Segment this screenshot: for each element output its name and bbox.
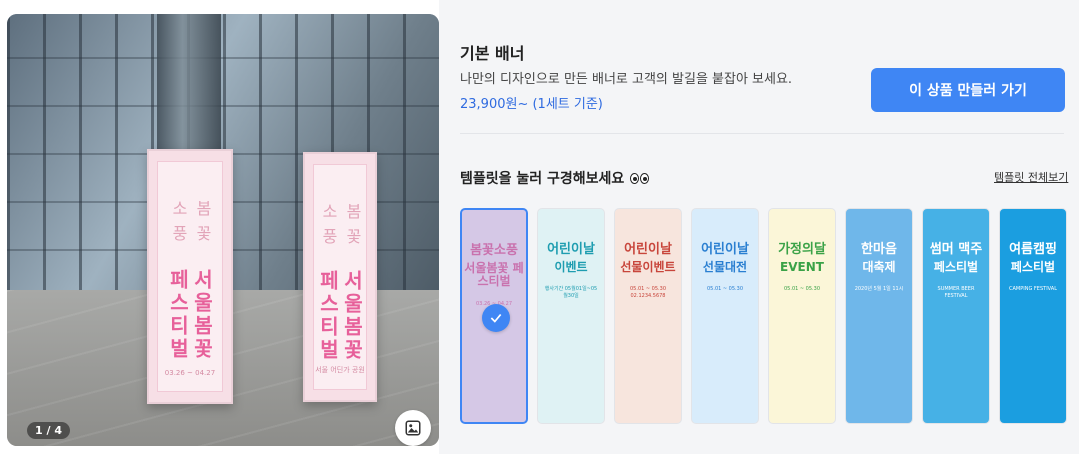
template-subtitle: 선물대전 <box>702 260 748 275</box>
template-subtitle: EVENT <box>780 260 824 275</box>
banner-small-text: 봄 꽃 소 풍 <box>319 203 362 247</box>
template-title: 여름캠핑 <box>1009 242 1057 257</box>
template-subtitle: 대축제 <box>862 260 896 275</box>
banner-small-text: 봄 꽃 소 풍 <box>169 200 212 244</box>
template-detail: 05.01 ~ 05.30 <box>784 286 820 293</box>
template-thumbnail[interactable]: 가정의달 EVENT 05.01 ~ 05.30 <box>768 208 836 424</box>
template-subtitle: 이벤트 <box>554 260 588 275</box>
template-detail: 05.01 ~ 05.30 02.1234.5678 <box>630 286 666 300</box>
make-product-button[interactable]: 이 상품 만들러 가기 <box>871 68 1065 112</box>
banner-date: 03.26 ~ 04.27 <box>164 369 216 377</box>
template-title: 한마음 <box>861 242 897 257</box>
template-title: 썸머 맥주 <box>929 242 983 257</box>
template-thumbnail[interactable]: 어린이날선물대전 05.01 ~ 05.30 <box>691 208 759 424</box>
template-thumbnail[interactable]: 어린이날이벤트행사기간 05월01일~05월30일 <box>537 208 605 424</box>
template-detail: SUMMER BEER FESTIVAL <box>937 286 975 300</box>
image-icon <box>405 420 421 436</box>
template-title: 가정의달 <box>778 242 826 257</box>
divider <box>460 133 1064 134</box>
template-title: 어린이날 <box>701 242 749 257</box>
check-icon <box>482 304 510 332</box>
template-thumbnail[interactable]: 여름캠핑페스티벌 CAMPING FESTIVAL <box>999 208 1067 424</box>
template-thumbnail[interactable]: 어린이날선물이벤트 05.01 ~ 05.30 02.1234.5678 <box>614 208 682 424</box>
image-counter: 1 / 4 <box>27 422 70 439</box>
template-detail: 05.01 ~ 05.30 <box>707 286 743 293</box>
templates-heading-text: 템플릿을 눌러 구경해보세요 <box>460 171 625 187</box>
zoom-image-button[interactable] <box>395 410 431 446</box>
template-subtitle: 페스티벌 <box>933 260 979 275</box>
template-title: 어린이날 <box>624 242 672 257</box>
template-detail: 2020년 5월 1일 11시 <box>854 286 904 293</box>
template-thumbnail[interactable]: 썸머 맥주페스티벌 SUMMER BEER FESTIVAL <box>922 208 990 424</box>
template-detail: CAMPING FESTIVAL <box>1009 286 1057 293</box>
eyes-icon <box>630 172 650 184</box>
product-title: 기본 배너 <box>460 44 525 63</box>
templates-heading: 템플릿을 눌러 구경해보세요 <box>460 168 650 188</box>
banner-place: 서울 어딘가 공원 <box>315 366 365 374</box>
template-thumbnail[interactable]: 한마음대축제 2020년 5월 1일 11시 <box>845 208 913 424</box>
template-detail: 행사기간 05월01일~05월30일 <box>544 286 598 300</box>
template-list: 봄꽃소풍서울봄꽃 페스티벌03.26 ~ 04.27어린이날이벤트행사기간 05… <box>460 208 1067 424</box>
template-subtitle: 페스티벌 <box>1010 260 1056 275</box>
view-all-templates-link[interactable]: 템플릿 전체보기 <box>994 169 1068 185</box>
product-info-panel: 기본 배너 나만의 디자인으로 만든 배너로 고객의 발길을 붙잡아 보세요. … <box>439 0 1079 454</box>
product-description: 나만의 디자인으로 만든 배너로 고객의 발길을 붙잡아 보세요. <box>460 72 793 87</box>
banner-stand-right: 봄 꽃 소 풍 서울봄꽃 페스티벌 서울 어딘가 공원 <box>303 152 377 402</box>
product-price: 23,900원~ (1세트 기준) <box>460 97 603 112</box>
template-thumbnail[interactable]: 봄꽃소풍서울봄꽃 페스티벌03.26 ~ 04.27 <box>460 208 528 424</box>
template-subtitle: 선물이벤트 <box>620 260 676 275</box>
template-title: 어린이날 <box>547 242 595 257</box>
banner-stand-left: 봄 꽃 소 풍 서울봄꽃 페스티벌 03.26 ~ 04.27 <box>147 149 233 404</box>
product-photo[interactable]: 봄 꽃 소 풍 서울봄꽃 페스티벌 03.26 ~ 04.27 봄 꽃 소 풍 … <box>7 14 439 446</box>
